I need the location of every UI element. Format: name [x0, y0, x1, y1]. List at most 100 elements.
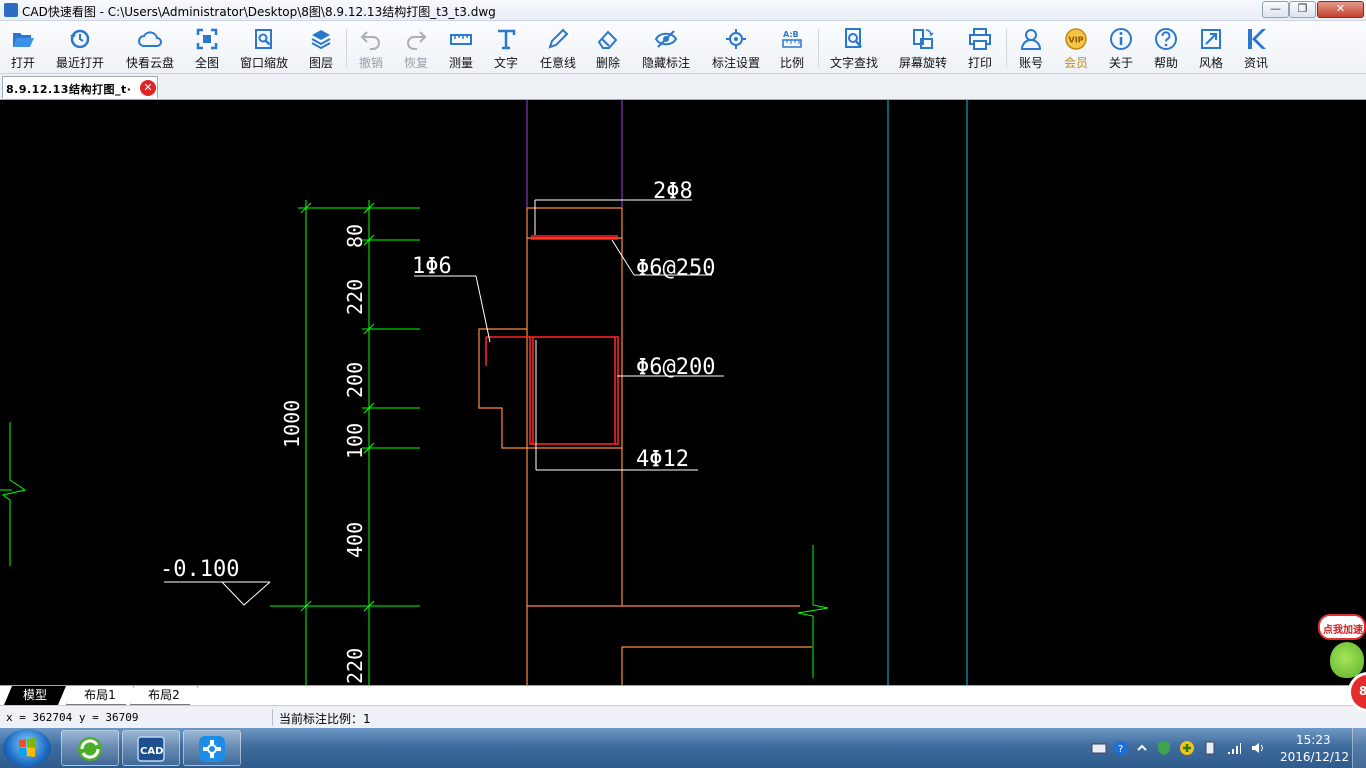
svg-text:A:B: A:B: [783, 30, 799, 39]
dimension-200-label: 200: [343, 362, 367, 398]
speed-badge[interactable]: 86: [1348, 672, 1366, 712]
clock-date[interactable]: 2016/12/12: [1280, 750, 1349, 764]
rebar-bottom-label: 4Φ12: [636, 447, 689, 472]
cloud-drive-button[interactable]: 快看云盘: [122, 25, 178, 71]
document-tab-strip: 8.9.12.13结构打图_t· ✕: [0, 74, 1366, 100]
document-tab-label: 8.9.12.13结构打图_t·: [6, 83, 132, 96]
scale-label: 比例: [779, 56, 804, 70]
zoom-window-button[interactable]: 窗口缩放: [236, 25, 292, 71]
svg-text:CAD: CAD: [140, 746, 163, 757]
speed-up-label: 点我加速: [1323, 625, 1363, 636]
dimension-220-label: 220: [343, 279, 367, 315]
undo-label: 撤销: [358, 56, 383, 70]
help-button[interactable]: 帮助: [1150, 25, 1182, 71]
annotation-settings-button[interactable]: 标注设置: [708, 25, 764, 71]
minimize-button[interactable]: —: [1262, 1, 1289, 18]
text-search-button[interactable]: 文字查找: [826, 25, 882, 71]
title-bar: CAD快速看图 - C:\Users\Administrator\Desktop…: [0, 0, 1366, 21]
redo-icon: [407, 31, 427, 50]
device-icon[interactable]: [1202, 740, 1218, 756]
zoom-window-label: 窗口缩放: [239, 56, 288, 70]
network-app-icon: [199, 736, 225, 762]
speed-up-widget[interactable]: 点我加速 86: [1318, 614, 1366, 714]
status-divider: [272, 709, 273, 726]
eraser-icon: [597, 30, 618, 49]
about-button[interactable]: 关于: [1105, 25, 1137, 71]
rotate-screen-label: 屏幕旋转: [898, 56, 947, 70]
recent-open-button[interactable]: 最近打开: [52, 25, 108, 71]
speed-badge-number: 86: [1359, 684, 1366, 698]
delete-button[interactable]: 删除: [592, 25, 624, 71]
news-button[interactable]: 资讯: [1240, 25, 1272, 71]
annotation-settings-label: 标注设置: [711, 56, 760, 70]
recent-open-label: 最近打开: [55, 56, 104, 70]
fit-all-label: 全图: [194, 56, 219, 70]
dimension-text-group: 1000 80 220 200 100 400 220: [280, 224, 367, 684]
account-button[interactable]: 账号: [1015, 25, 1047, 71]
cloud-icon: [138, 31, 162, 47]
cursor-coordinates: x = 362704 y = 36709: [6, 711, 139, 724]
style-icon: [1201, 29, 1221, 49]
measure-label: 测量: [448, 56, 473, 70]
document-tab[interactable]: 8.9.12.13结构打图_t· ✕: [2, 76, 158, 98]
text-label: 文字: [493, 56, 518, 70]
keyboard-icon[interactable]: [1091, 740, 1107, 756]
tab-layout2[interactable]: 布局2: [130, 686, 198, 705]
toolbar-divider: [346, 29, 347, 67]
taskbar-network-app[interactable]: [183, 730, 241, 766]
rotate-screen-button[interactable]: 屏幕旋转: [895, 25, 951, 71]
drawing-canvas[interactable]: 2Φ8 Φ6@250 1Φ6 Φ6@200 4Φ12 -0.100 1000 8…: [0, 100, 1366, 685]
volume-icon[interactable]: [1250, 740, 1266, 756]
delete-label: 删除: [595, 56, 620, 70]
text-button[interactable]: 文字: [490, 25, 522, 71]
tab-layout1[interactable]: 布局1: [66, 686, 134, 705]
maximize-button[interactable]: ❐: [1289, 1, 1316, 18]
recent-icon: [70, 29, 90, 49]
status-bar: x = 362704 y = 36709 当前标注比例：1: [0, 705, 1366, 728]
rebar-top-label: 2Φ8: [653, 179, 693, 204]
plus-badge-icon[interactable]: [1179, 740, 1195, 756]
layers-button[interactable]: 图层: [304, 25, 338, 71]
toolbar-divider: [818, 29, 819, 67]
printer-icon: [969, 28, 991, 50]
speed-up-bubble[interactable]: 点我加速: [1318, 614, 1366, 640]
taskbar-browser[interactable]: [61, 730, 119, 766]
news-icon: [1248, 29, 1266, 49]
start-button[interactable]: [3, 729, 51, 767]
account-label: 账号: [1018, 56, 1043, 70]
help-label: 帮助: [1153, 56, 1178, 70]
mascot-icon: [1330, 642, 1364, 678]
shield-icon[interactable]: [1156, 740, 1172, 756]
window-title: CAD快速看图 - C:\Users\Administrator\Desktop…: [22, 5, 496, 19]
drawing-text-group: 2Φ8 Φ6@250 1Φ6 Φ6@200 4Φ12 -0.100: [160, 179, 715, 582]
fit-all-icon: [196, 28, 218, 50]
dimension-400-label: 400: [343, 522, 367, 558]
redo-button[interactable]: 恢复: [400, 25, 432, 71]
measure-button[interactable]: 测量: [445, 25, 477, 71]
show-desktop-button[interactable]: [1352, 728, 1366, 768]
fit-all-button[interactable]: 全图: [191, 25, 223, 71]
close-button[interactable]: ✕: [1317, 1, 1364, 18]
pen-icon: [548, 28, 569, 49]
style-button[interactable]: 风格: [1195, 25, 1227, 71]
zoom-window-icon: [255, 29, 272, 49]
signal-icon[interactable]: [1226, 740, 1242, 756]
undo-button[interactable]: 撤销: [355, 25, 387, 71]
close-tab-icon[interactable]: ✕: [140, 80, 156, 96]
print-button[interactable]: 打印: [964, 25, 996, 71]
freehand-line-button[interactable]: 任意线: [536, 25, 580, 71]
help-tray-icon[interactable]: ?: [1113, 740, 1129, 756]
scale-button[interactable]: A:B 比例: [776, 25, 808, 71]
taskbar-cad-viewer[interactable]: CAD: [122, 730, 180, 766]
dimension-80-label: 80: [343, 224, 367, 248]
clock-time[interactable]: 15:23: [1296, 733, 1331, 747]
hide-annotation-button[interactable]: 隐藏标注: [638, 25, 694, 71]
style-label: 风格: [1198, 56, 1223, 70]
cad-viewer-window: CAD快速看图 - C:\Users\Administrator\Desktop…: [0, 0, 1366, 768]
open-button[interactable]: 打开: [5, 25, 41, 71]
chevron-up-icon[interactable]: [1134, 740, 1150, 756]
news-label: 资讯: [1243, 56, 1268, 70]
vip-button[interactable]: VIP 会员: [1060, 25, 1092, 71]
text-icon: [498, 29, 516, 50]
tab-model[interactable]: 模型: [4, 686, 66, 705]
